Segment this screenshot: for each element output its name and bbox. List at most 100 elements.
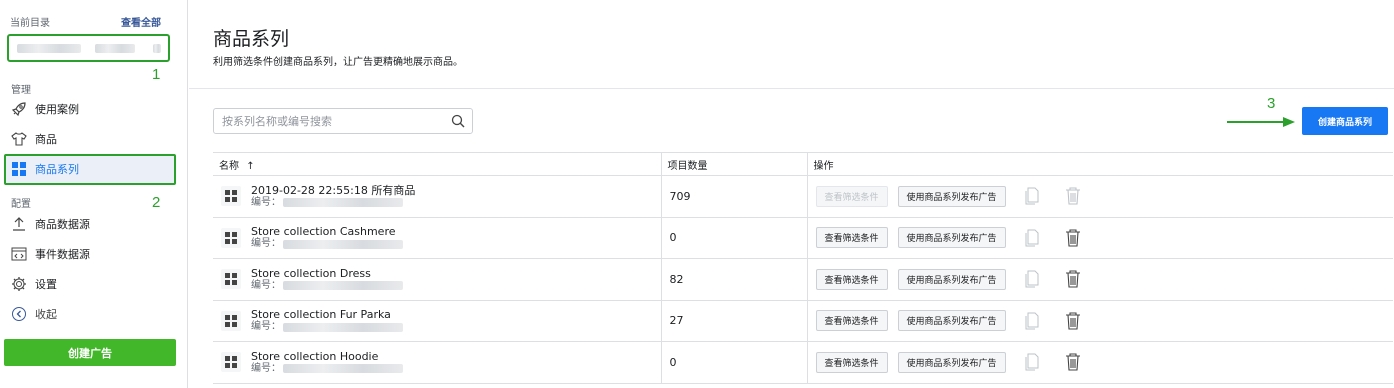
copy-icon[interactable] — [1024, 228, 1042, 248]
collapse-icon — [12, 307, 26, 321]
id-label: 编号： — [251, 321, 281, 333]
sidebar-item-use-cases[interactable]: 使用案例 — [11, 101, 79, 117]
trash-icon[interactable] — [1064, 186, 1082, 206]
trash-icon[interactable] — [1064, 228, 1082, 248]
blurred-catalog-name — [17, 43, 81, 53]
actions-cell: 查看筛选条件 使用商品系列发布广告 — [806, 341, 1393, 384]
blurred-catalog-id — [95, 43, 135, 53]
product-set-id: 编号： — [251, 238, 403, 250]
table-row[interactable]: 2019-02-28 22:55:18 所有商品 编号： 709 查看筛选条件 … — [213, 175, 1393, 218]
sidebar-item-label: 商品系列 — [35, 163, 79, 176]
table-row[interactable]: Store collection Dress 编号： 82 查看筛选条件 使用商… — [213, 258, 1393, 301]
main-content: 商品系列 利用筛选条件创建商品系列，让广告更精确地展示商品。 3 创建商品系列 … — [189, 0, 1394, 388]
publish-ad-button[interactable]: 使用商品系列发布广告 — [897, 268, 1006, 290]
product-set-id: 编号： — [251, 321, 403, 333]
view-filters-button[interactable]: 查看筛选条件 — [815, 227, 888, 249]
sidebar-item-label: 设置 — [35, 278, 57, 291]
table-row[interactable]: Store collection Cashmere 编号： 0 查看筛选条件 使… — [213, 217, 1393, 259]
sidebar-item-event-data-sources[interactable]: 事件数据源 — [11, 246, 90, 262]
actions-cell: 查看筛选条件 使用商品系列发布广告 — [806, 258, 1393, 301]
actions-cell: 查看筛选条件 使用商品系列发布广告 — [806, 300, 1393, 342]
column-name-label: 名称 — [219, 160, 239, 172]
copy-icon[interactable] — [1024, 269, 1042, 289]
count-cell: 0 — [660, 341, 807, 384]
blurred-id — [283, 239, 403, 249]
annotation-1: 1 — [152, 66, 161, 83]
shirt-icon — [11, 132, 27, 146]
table-header-row: 名称 ↑ 项目数量 操作 — [213, 152, 1393, 176]
id-label: 编号： — [251, 238, 281, 250]
copy-icon[interactable] — [1024, 186, 1042, 206]
column-header-actions: 操作 — [806, 152, 1393, 176]
id-label: 编号： — [251, 196, 281, 208]
product-set-name[interactable]: Store collection Dress — [251, 267, 403, 280]
catalog-selector[interactable] — [7, 34, 170, 62]
product-set-icon — [221, 269, 241, 290]
column-header-count: 项目数量 — [660, 152, 807, 176]
grid-icon — [12, 162, 26, 176]
page-title: 商品系列 — [213, 28, 290, 50]
id-label: 编号： — [251, 362, 281, 374]
table-row[interactable]: Store collection Hoodie 编号： 0 查看筛选条件 使用商… — [213, 341, 1393, 384]
sidebar-item-products[interactable]: 商品 — [11, 131, 57, 147]
current-catalog-label: 当前目录 — [10, 18, 50, 29]
view-filters-button[interactable]: 查看筛选条件 — [815, 351, 888, 373]
trash-icon[interactable] — [1064, 269, 1082, 289]
copy-icon[interactable] — [1024, 352, 1042, 372]
search-box — [213, 108, 473, 134]
view-all-link[interactable]: 查看全部 — [121, 14, 161, 29]
gear-icon — [12, 277, 26, 291]
view-filters-button[interactable]: 查看筛选条件 — [815, 268, 888, 290]
sidebar-item-label: 商品 — [35, 133, 57, 146]
publish-ad-button[interactable]: 使用商品系列发布广告 — [897, 310, 1006, 332]
product-set-id: 编号： — [251, 363, 403, 375]
product-set-icon — [221, 227, 241, 248]
rocket-icon — [11, 102, 26, 117]
create-ad-button[interactable]: 创建广告 — [4, 339, 176, 366]
product-set-name[interactable]: Store collection Hoodie — [251, 350, 403, 363]
upload-icon — [13, 217, 25, 231]
trash-icon[interactable] — [1064, 311, 1082, 331]
product-set-id: 编号： — [251, 280, 403, 292]
section-config: 配置 — [11, 199, 31, 210]
sidebar-item-label: 收起 — [35, 308, 57, 321]
product-set-icon — [221, 310, 241, 331]
view-filters-button[interactable]: 查看筛选条件 — [815, 310, 888, 332]
product-set-name[interactable]: Store collection Fur Parka — [251, 308, 403, 321]
blurred-id — [283, 322, 403, 332]
sidebar-item-product-sets[interactable]: 商品系列 — [11, 161, 79, 177]
sidebar-header: 当前目录 查看全部 — [10, 14, 161, 29]
view-filters-button: 查看筛选条件 — [815, 185, 888, 207]
sort-arrow-icon: ↑ — [246, 160, 255, 172]
annotation-arrow — [1227, 117, 1295, 127]
create-product-set-button[interactable]: 创建商品系列 — [1302, 107, 1388, 135]
actions-cell: 查看筛选条件 使用商品系列发布广告 — [806, 217, 1393, 259]
page-subtitle: 利用筛选条件创建商品系列，让广告更精确地展示商品。 — [213, 57, 463, 68]
product-set-id: 编号： — [251, 197, 415, 209]
product-sets-table: 名称 ↑ 项目数量 操作 2019-02-28 22:55:18 所有商品 编号… — [213, 152, 1393, 384]
trash-icon[interactable] — [1064, 352, 1082, 372]
search-icon[interactable] — [451, 114, 465, 128]
blurred-id — [283, 198, 403, 208]
sidebar-item-collapse[interactable]: 收起 — [11, 306, 57, 322]
publish-ad-button[interactable]: 使用商品系列发布广告 — [897, 185, 1006, 207]
product-set-name[interactable]: Store collection Cashmere — [251, 225, 403, 238]
blurred-catalog-extra — [153, 43, 161, 53]
sidebar-item-settings[interactable]: 设置 — [11, 276, 57, 292]
publish-ad-button[interactable]: 使用商品系列发布广告 — [897, 227, 1006, 249]
publish-ad-button[interactable]: 使用商品系列发布广告 — [897, 351, 1006, 373]
product-set-icon — [221, 352, 241, 373]
sidebar-item-product-data-sources[interactable]: 商品数据源 — [11, 216, 90, 232]
product-set-name[interactable]: 2019-02-28 22:55:18 所有商品 — [251, 184, 415, 197]
search-input[interactable] — [222, 114, 442, 128]
table-row[interactable]: Store collection Fur Parka 编号： 27 查看筛选条件… — [213, 300, 1393, 342]
code-window-icon — [11, 247, 27, 261]
copy-icon[interactable] — [1024, 311, 1042, 331]
section-manage: 管理 — [11, 85, 31, 96]
name-cell: 2019-02-28 22:55:18 所有商品 编号： — [213, 175, 661, 218]
name-cell: Store collection Fur Parka 编号： — [213, 300, 661, 342]
name-cell: Store collection Hoodie 编号： — [213, 341, 661, 384]
annotation-2: 2 — [152, 194, 161, 211]
column-header-name[interactable]: 名称 ↑ — [213, 152, 661, 176]
sidebar: 当前目录 查看全部 1 管理 使用案例 商品 商品系列 2 配置 商品数据源 事… — [0, 0, 188, 388]
